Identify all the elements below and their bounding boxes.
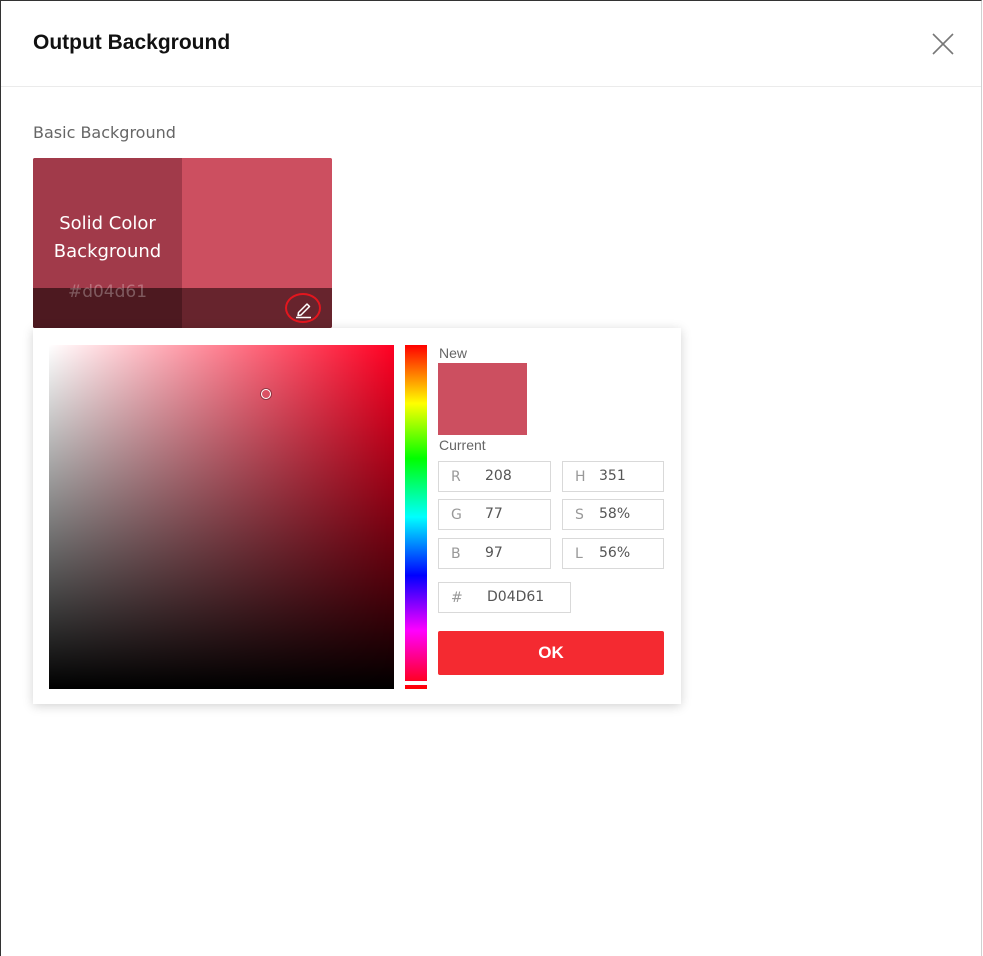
color-picker-panel: New Current R H G S B L # bbox=[33, 328, 681, 704]
close-icon bbox=[932, 33, 954, 55]
red-input[interactable] bbox=[485, 467, 545, 485]
blue-key: B bbox=[451, 546, 461, 562]
saturation-field: S bbox=[562, 499, 664, 530]
red-field: R bbox=[438, 461, 551, 492]
saturation-value-cursor[interactable] bbox=[261, 389, 271, 399]
lightness-key: L bbox=[575, 546, 583, 562]
hue-input[interactable] bbox=[599, 467, 654, 485]
hue-field: H bbox=[562, 461, 664, 492]
saturation-key: S bbox=[575, 507, 584, 523]
dialog-title: Output Background bbox=[33, 31, 231, 54]
solid-color-background-tile[interactable]: Solid Color Background #d04d61 bbox=[33, 158, 332, 328]
hex-field: # bbox=[438, 582, 571, 613]
red-key: R bbox=[451, 469, 461, 485]
tile-name: Solid Color Background bbox=[53, 213, 162, 262]
dialog-header: Output Background bbox=[1, 1, 981, 87]
hue-slider[interactable] bbox=[405, 345, 427, 689]
hue-key: H bbox=[575, 469, 586, 485]
green-key: G bbox=[451, 507, 462, 523]
pencil-icon bbox=[296, 303, 311, 319]
current-color-label: Current bbox=[439, 437, 486, 453]
blue-input[interactable] bbox=[485, 544, 545, 562]
ok-button[interactable]: OK bbox=[438, 631, 664, 675]
new-color-label: New bbox=[439, 345, 468, 361]
saturation-input[interactable] bbox=[599, 505, 654, 523]
section-label: Basic Background bbox=[33, 123, 176, 142]
saturation-value-area[interactable] bbox=[49, 345, 394, 689]
tile-hex-value: #d04d61 bbox=[67, 282, 148, 302]
blue-field: B bbox=[438, 538, 551, 569]
green-field: G bbox=[438, 499, 551, 530]
hex-input[interactable] bbox=[487, 588, 562, 606]
hex-key: # bbox=[451, 590, 463, 606]
lightness-field: L bbox=[562, 538, 664, 569]
edit-color-button[interactable] bbox=[285, 293, 321, 323]
hue-slider-handle[interactable] bbox=[405, 681, 427, 685]
output-background-dialog: Output Background Basic Background Solid… bbox=[0, 0, 982, 956]
close-button[interactable] bbox=[928, 29, 958, 59]
lightness-input[interactable] bbox=[599, 544, 654, 562]
new-color-swatch bbox=[438, 363, 527, 435]
green-input[interactable] bbox=[485, 505, 545, 523]
